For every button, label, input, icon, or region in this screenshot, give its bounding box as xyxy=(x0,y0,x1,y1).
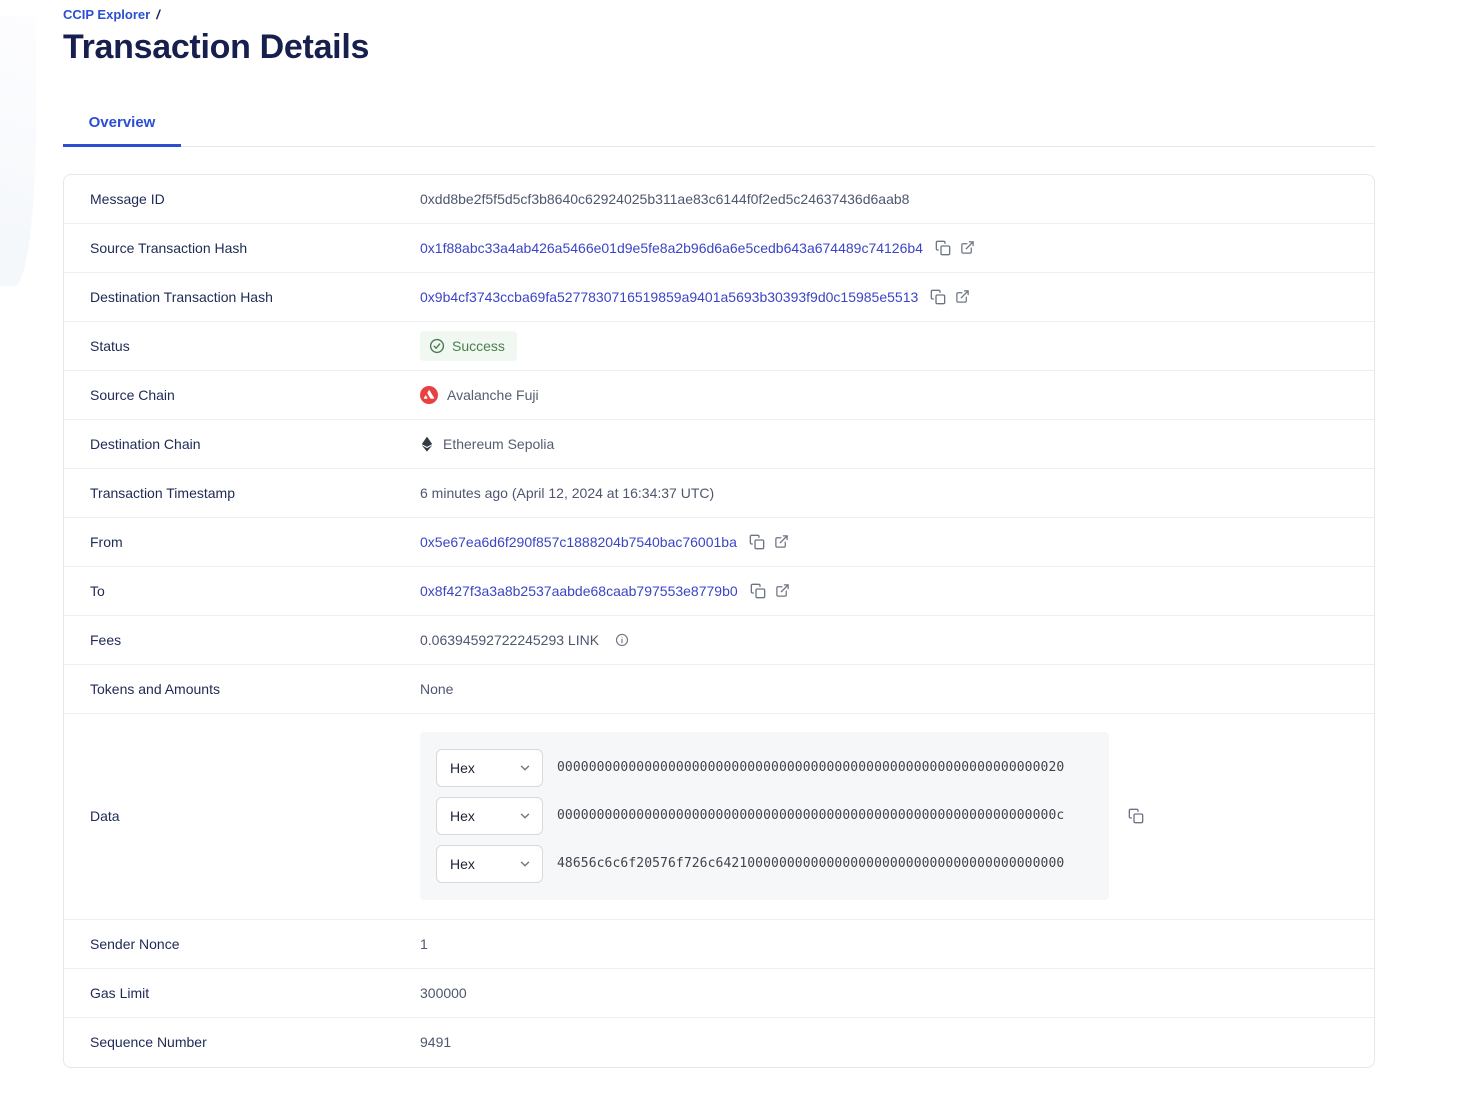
field-label: Sequence Number xyxy=(90,1034,207,1051)
field-label: Source Transaction Hash xyxy=(90,239,248,256)
copy-icon[interactable] xyxy=(749,534,765,550)
field-label: Source Chain xyxy=(90,386,175,403)
copy-icon[interactable] xyxy=(935,240,951,256)
field-label: Tokens and Amounts xyxy=(90,680,220,697)
copy-icon[interactable] xyxy=(930,289,946,305)
encoding-select[interactable]: Hex xyxy=(436,844,543,883)
external-link-icon[interactable] xyxy=(960,240,975,255)
source-tx-hash-link[interactable]: 0x1f88abc33a4ab426a5466e01d9e5fe8a2b96d6… xyxy=(420,240,923,256)
field-label: Sender Nonce xyxy=(90,935,180,952)
encoding-select-value: Hex xyxy=(450,807,475,824)
status-badge-label: Success xyxy=(452,337,505,354)
data-hex-box: Hex 000000000000000000000000000000000000… xyxy=(420,731,1109,900)
field-label: Fees xyxy=(90,631,122,648)
destination-tx-hash-link[interactable]: 0x9b4cf3743ccba69fa5277830716519859a9401… xyxy=(420,289,918,305)
field-value: 1 xyxy=(420,935,428,952)
data-line: Hex 000000000000000000000000000000000000… xyxy=(436,796,1093,835)
fees-value: 0.06394592722245293 LINK xyxy=(420,631,600,648)
detail-row-status: Status Success xyxy=(64,322,1374,371)
detail-row-tokens-and-amounts: Tokens and Amounts None xyxy=(64,665,1374,714)
status-badge: Success xyxy=(420,330,517,361)
detail-row-sequence-number: Sequence Number 9491 xyxy=(64,1018,1374,1067)
source-chain-name: Avalanche Fuji xyxy=(447,386,539,403)
detail-row-transaction-timestamp: Transaction Timestamp 6 minutes ago (Apr… xyxy=(64,469,1374,518)
info-icon[interactable] xyxy=(615,633,629,647)
from-address-link[interactable]: 0x5e67ea6d6f290f857c1888204b7540bac76001… xyxy=(420,534,737,550)
detail-row-from: From 0x5e67ea6d6f290f857c1888204b7540bac… xyxy=(64,518,1374,567)
page-title: Transaction Details xyxy=(63,28,370,66)
hex-data-text: 0000000000000000000000000000000000000000… xyxy=(557,808,1065,824)
field-value: 6 minutes ago (April 12, 2024 at 16:34:3… xyxy=(420,484,715,501)
breadcrumb: CCIP Explorer / xyxy=(63,0,1375,22)
detail-row-source-tx-hash: Source Transaction Hash 0x1f88abc33a4ab4… xyxy=(64,224,1374,273)
detail-row-to: To 0x8f427f3a3a8b2537aabde68caab797553e8… xyxy=(64,567,1374,616)
page-header: CCIP Explorer / Transaction Details xyxy=(63,0,1375,68)
detail-row-sender-nonce: Sender Nonce 1 xyxy=(64,920,1374,969)
field-label: From xyxy=(90,533,123,550)
field-label: To xyxy=(90,582,105,599)
destination-chain-name: Ethereum Sepolia xyxy=(443,435,555,452)
detail-row-source-chain: Source Chain Avalanche Fuji xyxy=(64,371,1374,420)
detail-row-destination-tx-hash: Destination Transaction Hash 0x9b4cf3743… xyxy=(64,273,1374,322)
chevron-down-icon xyxy=(518,857,532,871)
detail-row-message-id: Message ID 0xdd8be2f5f5d5cf3b8640c629240… xyxy=(64,175,1374,224)
breadcrumb-separator: / xyxy=(156,7,160,22)
field-label: Gas Limit xyxy=(90,984,150,1001)
data-line: Hex 000000000000000000000000000000000000… xyxy=(436,748,1093,787)
detail-row-data: Data Hex 0000000000000000000000000000000… xyxy=(64,714,1374,920)
field-label: Destination Chain xyxy=(90,435,201,452)
breadcrumb-link-ccip-explorer[interactable]: CCIP Explorer xyxy=(63,7,150,22)
field-value: 0xdd8be2f5f5d5cf3b8640c62924025b311ae83c… xyxy=(420,190,910,207)
hex-data-text: 0000000000000000000000000000000000000000… xyxy=(557,760,1065,776)
chevron-down-icon xyxy=(518,809,532,823)
encoding-select[interactable]: Hex xyxy=(436,748,543,787)
hex-data-text: 48656c6c6f20576f726c64210000000000000000… xyxy=(557,856,1065,872)
ethereum-icon xyxy=(420,436,434,452)
encoding-select[interactable]: Hex xyxy=(436,796,543,835)
encoding-select-value: Hex xyxy=(450,855,475,872)
chevron-down-icon xyxy=(518,761,532,775)
background-accent xyxy=(0,16,36,286)
tab-overview[interactable]: Overview xyxy=(63,114,181,147)
detail-row-gas-limit: Gas Limit 300000 xyxy=(64,969,1374,1018)
external-link-icon[interactable] xyxy=(955,289,970,304)
field-label: Message ID xyxy=(90,190,165,207)
detail-row-destination-chain: Destination Chain Ethereum Sepolia xyxy=(64,420,1374,469)
external-link-icon[interactable] xyxy=(774,534,789,549)
avalanche-icon xyxy=(420,385,438,404)
copy-icon[interactable] xyxy=(1128,808,1144,824)
to-address-link[interactable]: 0x8f427f3a3a8b2537aabde68caab797553e8779… xyxy=(420,583,738,599)
check-circle-icon xyxy=(429,338,445,354)
field-label: Destination Transaction Hash xyxy=(90,288,273,305)
encoding-select-value: Hex xyxy=(450,759,475,776)
tab-bar: Overview xyxy=(63,114,1375,147)
field-value: 300000 xyxy=(420,984,467,1001)
field-label: Data xyxy=(90,807,120,824)
transaction-details-card: Message ID 0xdd8be2f5f5d5cf3b8640c629240… xyxy=(63,173,1375,1068)
data-line: Hex 48656c6c6f20576f726c6421000000000000… xyxy=(436,844,1093,883)
field-value: 9491 xyxy=(420,1034,452,1051)
external-link-icon[interactable] xyxy=(775,583,790,598)
detail-row-fees: Fees 0.06394592722245293 LINK xyxy=(64,616,1374,665)
field-value: None xyxy=(420,680,454,697)
copy-icon[interactable] xyxy=(750,583,766,599)
field-label: Transaction Timestamp xyxy=(90,484,235,501)
field-label: Status xyxy=(90,337,130,354)
